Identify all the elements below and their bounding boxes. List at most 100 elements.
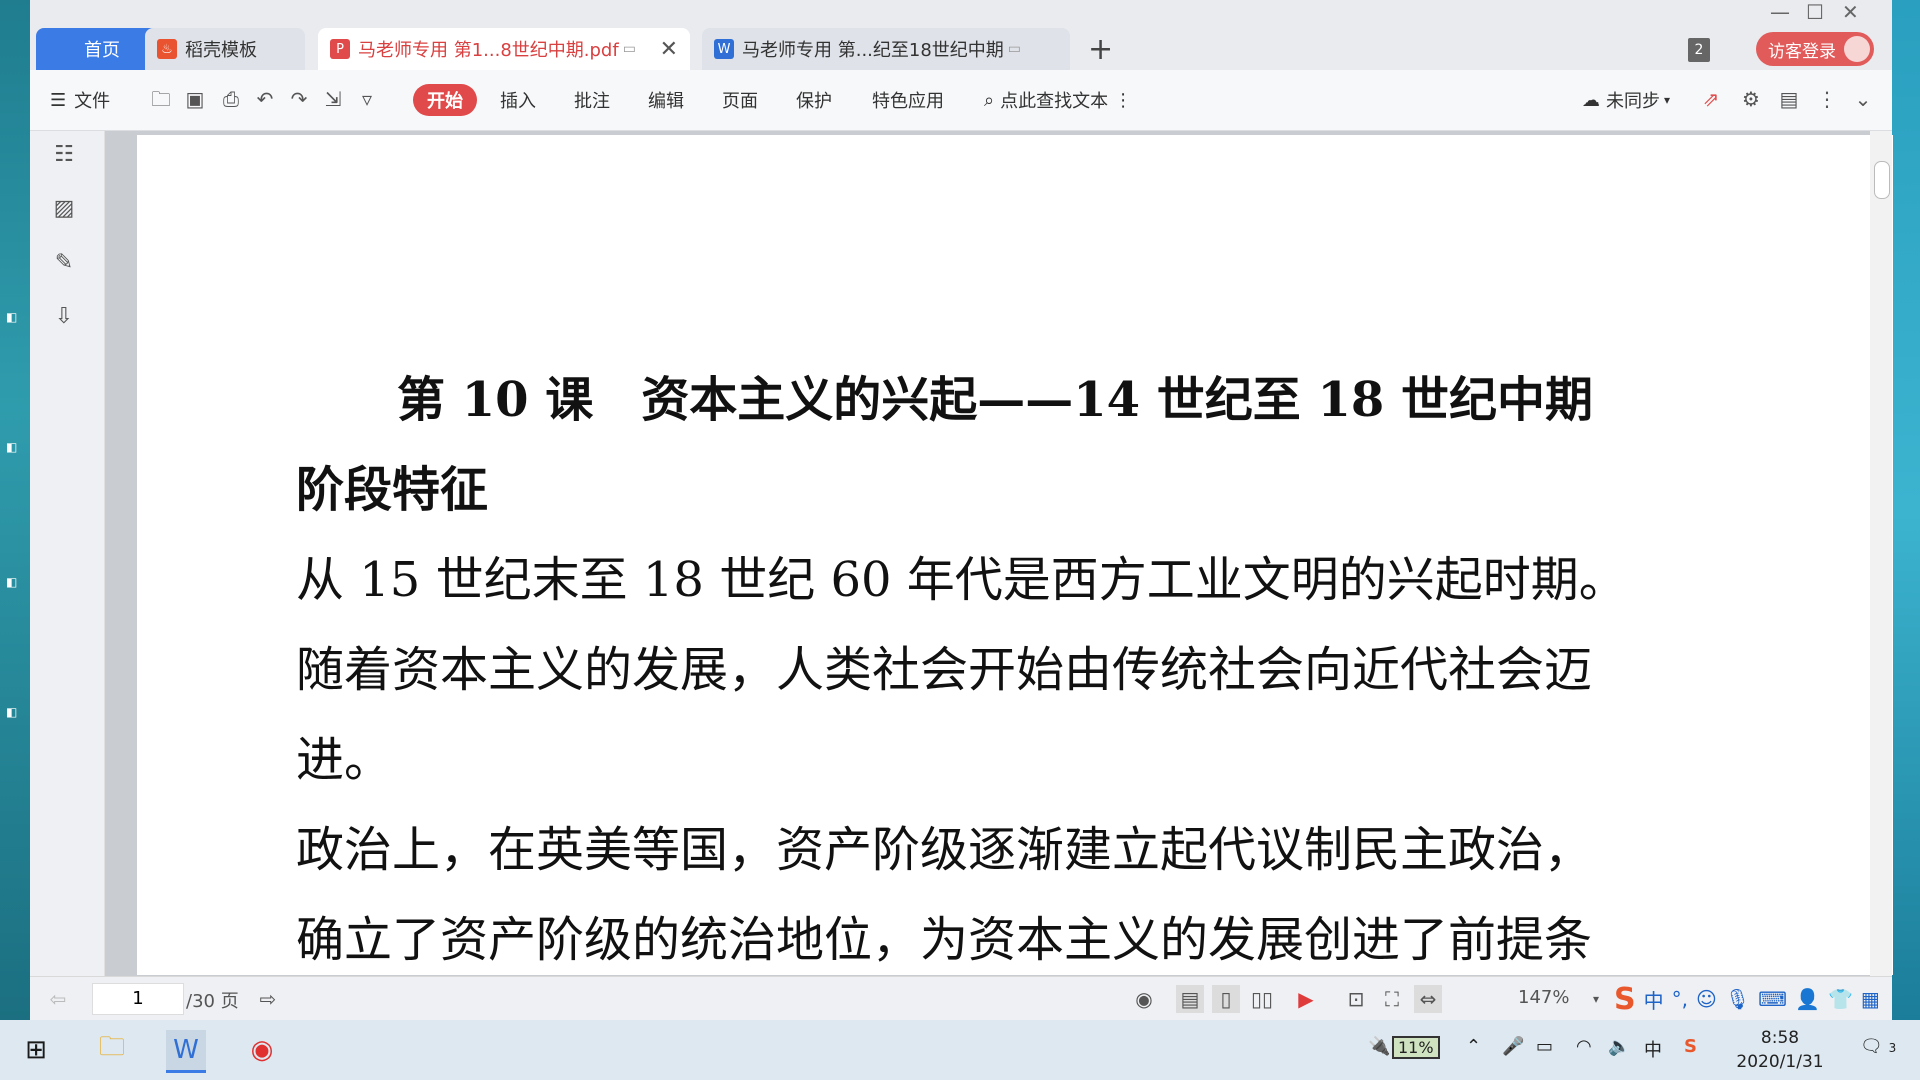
page-number-input[interactable]: 1 [92,983,184,1015]
tab-special-apps[interactable]: 特色应用 [872,84,944,116]
skin-shirt-icon[interactable]: 👕 [1828,987,1853,1011]
power-plug-icon[interactable]: 🔌 [1368,1036,1390,1057]
more-vertical-icon: ⋮ [1114,89,1133,111]
grid-menu-icon[interactable]: ▦ [1861,987,1880,1011]
guest-login-button[interactable]: 访客登录 [1756,32,1874,66]
zoom-dropdown-icon[interactable]: ▾ [1582,985,1610,1013]
input-language[interactable]: 中 [1644,1036,1662,1062]
actual-size-icon[interactable]: ⊡ [1342,985,1370,1013]
fit-width-icon[interactable]: ⇔ [1414,985,1442,1013]
sogou-ime-toolbar: S 中 °, ☺ 🎙 ⌨ 👤 👕 ▦ [1614,977,1880,1021]
daoke-icon: ♨ [157,39,177,59]
open-folder-icon[interactable]: 🗀 [148,86,174,112]
sogou-logo-icon[interactable]: S [1614,982,1636,1017]
redo-icon[interactable]: ↷ [286,86,312,112]
emoji-icon[interactable]: ☺ [1696,987,1717,1011]
file-menu[interactable]: ☰ 文件 [50,84,110,116]
play-slideshow-icon[interactable]: ▶ [1292,985,1320,1013]
tab-start[interactable]: 开始 [413,84,477,116]
two-page-icon[interactable]: ▯▯ [1248,985,1276,1013]
next-page-icon[interactable]: ⇨ [254,985,282,1013]
cloud-icon: ☁ [1582,89,1600,111]
tab-daoke-templates[interactable]: ♨ 稻壳模板 [145,28,305,70]
thumbnail-image-icon[interactable]: ▨ [50,195,78,223]
pdf-page: 第 10 课 资本主义的兴起——14 世纪至 18 世纪中期 阶段特征 从 15… [137,135,1893,975]
desktop-icon[interactable]: ◧ [6,310,28,344]
vertical-scrollbar[interactable] [1870,131,1892,976]
save-icon[interactable]: ▣ [182,86,208,112]
export-icon[interactable]: ⇲ [320,86,346,112]
microphone-tray-icon[interactable]: 🎤 [1502,1036,1524,1057]
notification-center-icon[interactable]: 🗨 3 [1860,1036,1896,1057]
scrollbar-thumb[interactable] [1874,161,1890,199]
windows-taskbar: ⊞ 🗀 W ◉ 🔌 11% ⌃ 🎤 ▭ ◠ 🔈 中 S 8:58 2020/1/… [0,1020,1920,1080]
share-icon[interactable]: ⇗ [1698,86,1724,112]
system-clock[interactable]: 8:58 2020/1/31 [1730,1026,1830,1074]
outline-icon[interactable]: ☷ [50,141,78,169]
battery-indicator[interactable]: 11% [1392,1036,1440,1059]
desktop-icon[interactable]: ◧ [6,705,28,739]
clock-time: 8:58 [1760,1028,1800,1048]
document-viewport[interactable]: 第 10 课 资本主义的兴起——14 世纪至 18 世纪中期 阶段特征 从 15… [105,131,1893,976]
continuous-view-icon[interactable]: ▤ [1176,985,1204,1013]
single-page-icon[interactable]: ▯ [1212,985,1240,1013]
dropdown-arrow-icon[interactable]: ▿ [354,86,380,112]
more-options-icon[interactable]: ⋮ [1814,86,1840,112]
annotation-pen-icon[interactable]: ✎ [50,249,78,277]
battery-tray-icon[interactable]: ▭ [1536,1036,1553,1057]
main-toolbar: ☰ 文件 🗀 ▣ ⎙ ↶ ↷ ⇲ ▿ 开始 插入 批注 编辑 页面 保护 特色应… [30,70,1892,131]
maximize-icon[interactable]: ☐ [1806,0,1824,24]
zoom-level[interactable]: 147% [1518,987,1569,1008]
export-pdf-icon[interactable]: ⇩ [50,303,78,331]
tab-page[interactable]: 页面 [722,84,758,116]
monitor-icon: ▭ [1007,41,1022,57]
desktop-icon[interactable]: ◧ [6,575,28,609]
tab-protect[interactable]: 保护 [796,84,832,116]
collapse-ribbon-icon[interactable]: ⌄ [1850,86,1876,112]
comment-icon[interactable]: ▤ [1776,86,1802,112]
print-icon[interactable]: ⎙ [218,86,244,112]
tab-daoke-label: 稻壳模板 [185,40,257,61]
tab-edit[interactable]: 编辑 [648,84,684,116]
window-count-badge[interactable]: 2 [1688,38,1710,62]
tab-pdf-document[interactable]: P 马老师专用 第1...8世纪中期.pdf ▭ ✕ [318,28,690,70]
tab-word-document[interactable]: W 马老师专用 第...纪至18世纪中期 ▭ [702,28,1070,70]
close-window-icon[interactable]: ✕ [1842,0,1859,24]
search-text-button[interactable]: ⌕ 点此查找文本 ⋮ [984,84,1132,116]
show-hidden-icons-icon[interactable]: ⌃ [1466,1036,1481,1057]
keyboard-icon[interactable]: ⌨ [1758,987,1787,1011]
close-tab-icon[interactable]: ✕ [660,37,678,62]
sync-status-button[interactable]: ☁ 未同步 ▾ [1582,84,1670,116]
desktop-icon[interactable]: ◧ [6,440,28,474]
speech-bubble-icon: 🗨 [1860,1036,1883,1057]
recorder-taskbar-icon[interactable]: ◉ [242,1030,282,1070]
new-tab-button[interactable]: + [1088,32,1113,67]
microphone-icon[interactable]: 🎙 [1725,987,1750,1011]
fit-page-icon[interactable]: ⛶ [1378,985,1406,1013]
pdf-file-icon: P [330,39,350,59]
paragraph-line: 随着资本主义的发展，人类社会开始由传统社会向近代社会迈 [296,642,1593,698]
wps-taskbar-icon[interactable]: W [166,1030,206,1073]
minimize-icon[interactable]: — [1770,0,1790,24]
volume-icon[interactable]: 🔈 [1608,1036,1630,1057]
ime-mode-label[interactable]: 中 [1644,985,1664,1014]
wifi-icon[interactable]: ◠ [1576,1036,1592,1057]
tab-insert[interactable]: 插入 [500,84,536,116]
user-icon[interactable]: 👤 [1795,987,1820,1011]
tab-annotate[interactable]: 批注 [574,84,610,116]
windows-start-icon[interactable]: ⊞ [16,1030,56,1070]
previous-page-icon[interactable]: ⇦ [44,985,72,1013]
punctuation-icon[interactable]: °, [1672,987,1688,1011]
paragraph-line: 政治上，在英美等国，资产阶级逐渐建立起代议制民主政治， [296,822,1593,878]
tab-edit-label: 编辑 [648,91,684,112]
paragraph-line: 从 15 世纪末至 18 世纪 60 年代是西方工业文明的兴起时期。 [296,552,1627,608]
tab-home-label: 首页 [84,40,120,61]
tab-page-label: 页面 [722,91,758,112]
sogou-tray-icon[interactable]: S [1684,1036,1697,1057]
file-explorer-icon[interactable]: 🗀 [92,1030,132,1070]
window-count: 2 [1694,42,1704,58]
eye-protection-icon[interactable]: ◉ [1130,985,1158,1013]
settings-gear-icon[interactable]: ⚙ [1738,86,1764,112]
undo-icon[interactable]: ↶ [252,86,278,112]
search-icon: ⌕ [984,89,995,111]
